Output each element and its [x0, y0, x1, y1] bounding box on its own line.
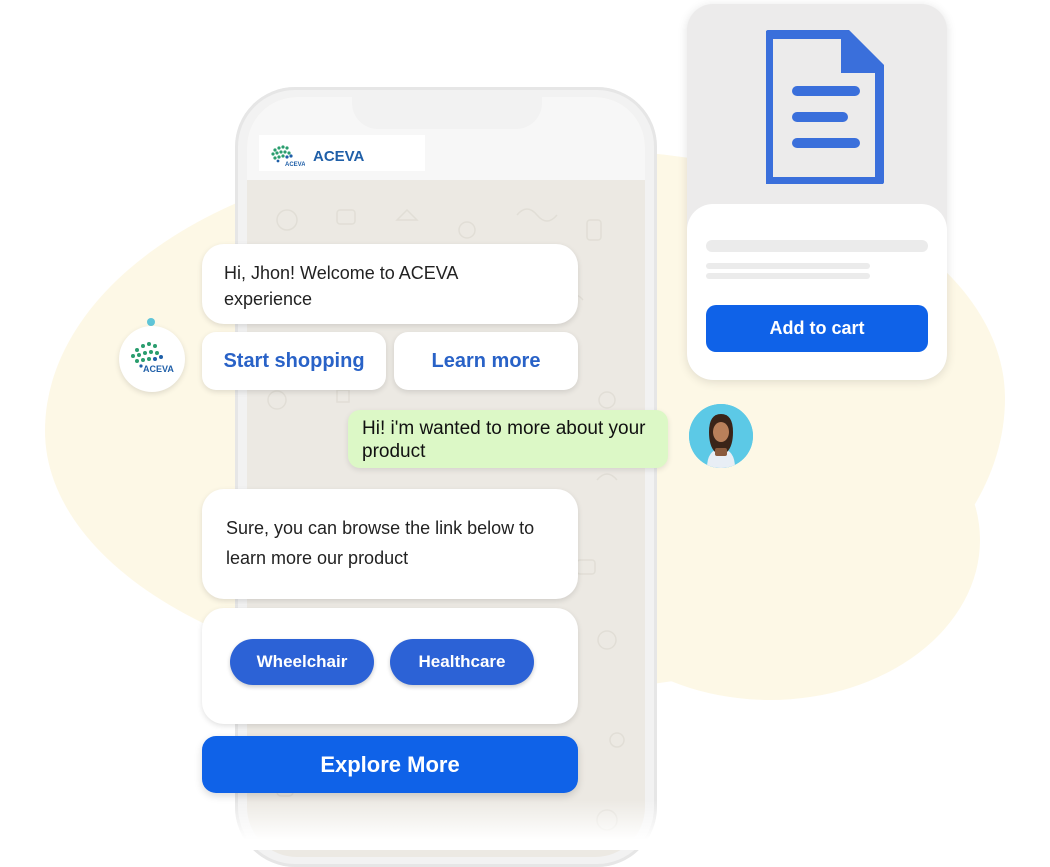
- greeting-bubble: Hi, Jhon! Welcome to ACEVA experience: [202, 244, 578, 324]
- explore-more-button[interactable]: Explore More: [202, 736, 578, 793]
- quick-links-card: Wheelchair Healthcare: [202, 608, 578, 724]
- svg-text:ACEVA: ACEVA: [285, 162, 305, 168]
- user-photo-icon: [689, 404, 753, 468]
- add-to-cart-button[interactable]: Add to cart: [706, 305, 928, 352]
- bot-avatar: ACEVA: [119, 326, 185, 392]
- product-info-panel: Add to cart: [687, 204, 947, 380]
- product-card: Add to cart: [687, 4, 947, 380]
- brand: ACEVA ACEVA: [269, 144, 364, 168]
- aceva-logo-icon: ACEVA: [269, 144, 306, 168]
- start-shopping-button[interactable]: Start shopping: [202, 332, 386, 390]
- user-message-text: Hi! i'm wanted to more about your produc…: [362, 418, 646, 462]
- brand-name: ACEVA: [313, 147, 365, 165]
- wheelchair-chip[interactable]: Wheelchair: [230, 639, 374, 685]
- healthcare-chip[interactable]: Healthcare: [390, 639, 534, 685]
- document-icon: [766, 30, 884, 184]
- user-message-bubble: Hi! i'm wanted to more about your produc…: [348, 410, 668, 468]
- phone-notch: [352, 97, 542, 129]
- placeholder-line: [706, 263, 870, 269]
- bot-reply-bubble: Sure, you can browse the link below to l…: [202, 489, 578, 599]
- placeholder-title: [706, 240, 928, 252]
- bot-status-dot: [147, 318, 155, 326]
- greeting-text: Hi, Jhon! Welcome to ACEVA experience: [224, 263, 458, 309]
- svg-text:ACEVA: ACEVA: [143, 364, 174, 374]
- aceva-avatar-icon: ACEVA: [131, 342, 174, 374]
- placeholder-line: [706, 273, 870, 279]
- learn-more-button[interactable]: Learn more: [394, 332, 578, 390]
- user-avatar: [689, 404, 753, 468]
- phone-bottom-fade: [200, 800, 700, 850]
- bot-reply-text: Sure, you can browse the link below to l…: [226, 518, 535, 568]
